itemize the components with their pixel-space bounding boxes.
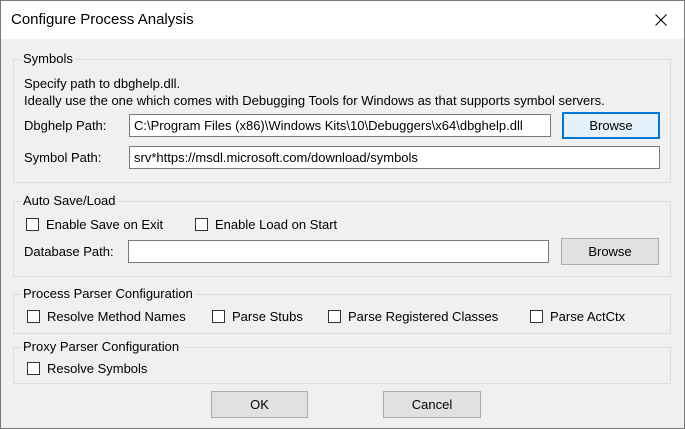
close-button[interactable]	[638, 1, 684, 39]
configure-process-analysis-dialog: Configure Process Analysis Symbols Speci…	[0, 0, 685, 429]
process-parser-group: Process Parser Configuration Resolve Met…	[13, 286, 671, 334]
resolve-method-names-box[interactable]	[27, 310, 40, 323]
parse-stubs-box[interactable]	[212, 310, 225, 323]
cancel-button[interactable]: Cancel	[383, 391, 481, 418]
proxy-parser-group: Proxy Parser Configuration Resolve Symbo…	[13, 339, 671, 384]
database-path-input[interactable]	[128, 240, 549, 263]
dbghelp-path-input[interactable]	[129, 114, 551, 137]
enable-load-on-start-checkbox[interactable]: Enable Load on Start	[195, 217, 337, 232]
symbol-path-label: Symbol Path:	[24, 150, 102, 165]
enable-load-on-start-label: Enable Load on Start	[215, 217, 338, 232]
symbols-description-line1: Specify path to dbghelp.dll.	[24, 76, 181, 91]
database-path-label: Database Path:	[24, 244, 114, 259]
enable-load-on-start-box[interactable]	[195, 218, 208, 231]
enable-save-on-exit-label: Enable Save on Exit	[46, 217, 164, 232]
ok-button[interactable]: OK	[211, 391, 308, 418]
parse-actctx-label: Parse ActCtx	[550, 309, 626, 324]
auto-save-load-legend: Auto Save/Load	[21, 193, 118, 209]
enable-save-on-exit-checkbox[interactable]: Enable Save on Exit	[26, 217, 163, 232]
resolve-method-names-label: Resolve Method Names	[47, 309, 186, 324]
resolve-symbols-label: Resolve Symbols	[47, 361, 148, 376]
dbghelp-path-label: Dbghelp Path:	[24, 118, 107, 133]
enable-save-on-exit-box[interactable]	[26, 218, 39, 231]
resolve-symbols-checkbox[interactable]: Resolve Symbols	[27, 361, 147, 376]
parse-actctx-checkbox[interactable]: Parse ActCtx	[530, 309, 625, 324]
parse-actctx-box[interactable]	[530, 310, 543, 323]
parse-registered-classes-checkbox[interactable]: Parse Registered Classes	[328, 309, 498, 324]
resolve-method-names-checkbox[interactable]: Resolve Method Names	[27, 309, 186, 324]
proxy-parser-legend: Proxy Parser Configuration	[21, 339, 182, 355]
symbols-description-line2: Ideally use the one which comes with Deb…	[24, 93, 605, 108]
parse-stubs-label: Parse Stubs	[232, 309, 303, 324]
parse-registered-classes-label: Parse Registered Classes	[348, 309, 499, 324]
database-browse-button[interactable]: Browse	[561, 238, 659, 265]
symbols-group: Symbols Specify path to dbghelp.dll. Ide…	[13, 51, 671, 183]
parse-registered-classes-box[interactable]	[328, 310, 341, 323]
resolve-symbols-box[interactable]	[27, 362, 40, 375]
title-bar: Configure Process Analysis	[1, 1, 684, 39]
dbghelp-browse-button[interactable]: Browse	[562, 112, 660, 139]
close-icon	[655, 14, 667, 26]
symbol-path-input[interactable]	[129, 146, 660, 169]
symbols-legend: Symbols	[21, 51, 75, 67]
window-title: Configure Process Analysis	[11, 11, 194, 28]
process-parser-legend: Process Parser Configuration	[21, 286, 195, 302]
auto-save-load-group: Auto Save/Load Enable Save on Exit Enabl…	[13, 193, 671, 277]
parse-stubs-checkbox[interactable]: Parse Stubs	[212, 309, 303, 324]
